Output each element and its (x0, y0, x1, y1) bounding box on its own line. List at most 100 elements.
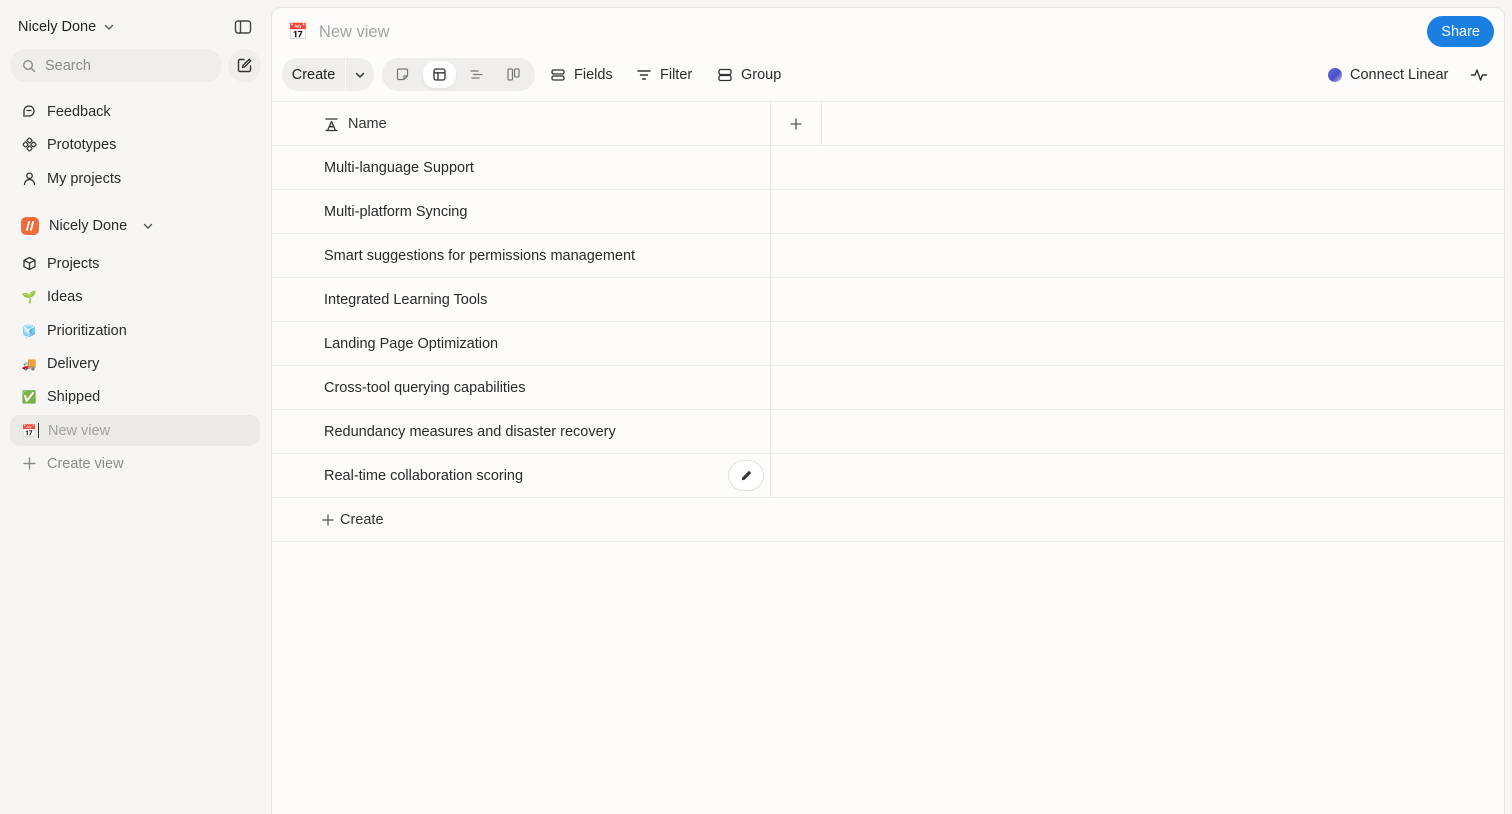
create-view-label: Create view (47, 455, 124, 472)
share-button[interactable]: Share (1427, 16, 1494, 47)
note-view-button[interactable] (386, 61, 419, 88)
table-row[interactable]: Integrated Learning Tools (272, 278, 1505, 322)
sidebar-item-feedback[interactable]: Feedback (10, 96, 260, 127)
compose-icon (237, 58, 252, 73)
data-table: Name Multi-language Support Multi-platfo… (272, 101, 1505, 542)
pencil-icon (741, 470, 751, 481)
sidebar: Nicely Done Search Feedback Prototypes M… (0, 0, 270, 814)
workspace-logo (21, 216, 39, 235)
team-switcher[interactable]: Nicely Done (10, 210, 260, 241)
check-mark-icon: ✅ (21, 389, 37, 404)
workspace-switcher[interactable]: Nicely Done (18, 16, 114, 38)
table-view-button[interactable] (423, 61, 456, 88)
compose-button[interactable] (228, 49, 261, 82)
person-icon (21, 171, 37, 187)
sidebar-item-label: Prioritization (47, 322, 127, 339)
table-row[interactable]: Cross-tool querying capabilities (272, 366, 1505, 410)
connect-linear-label: Connect Linear (1350, 66, 1449, 83)
table-row[interactable]: Landing Page Optimization (272, 322, 1505, 366)
create-row-button[interactable]: Create (272, 498, 1505, 542)
view-title-bar: 📅 New view (288, 20, 390, 44)
edit-row-button[interactable] (728, 460, 764, 491)
table-row[interactable]: Multi-platform Syncing (272, 190, 1505, 234)
group-label: Group (741, 66, 782, 83)
row-name-cell[interactable]: Multi-language Support (324, 146, 474, 189)
new-view-name-input[interactable]: 📅 New view (10, 415, 260, 446)
table-row[interactable]: Smart suggestions for permissions manage… (272, 234, 1505, 278)
toolbar: Create Fields Filter Group Connect Linea… (282, 58, 1494, 91)
row-name-cell[interactable]: Integrated Learning Tools (324, 278, 487, 321)
sidebar-item-label: My projects (47, 170, 122, 187)
filter-label: Filter (660, 66, 693, 83)
row-name-cell[interactable]: Landing Page Optimization (324, 322, 498, 365)
column-divider (770, 190, 771, 233)
calendar-icon: 📅 (288, 24, 308, 41)
create-view-button[interactable]: Create view (10, 448, 260, 479)
cube-icon (21, 256, 37, 272)
sidebar-item-my-projects[interactable]: My projects (10, 163, 260, 194)
column-divider (770, 102, 771, 146)
linear-logo-icon (1328, 67, 1342, 82)
fields-button[interactable]: Fields (550, 58, 613, 91)
prototypes-icon (21, 137, 37, 153)
column-divider (821, 102, 822, 146)
create-dropdown-button[interactable] (346, 69, 374, 81)
column-divider (770, 146, 771, 189)
sidebar-item-prototypes[interactable]: Prototypes (10, 129, 260, 160)
filter-button[interactable]: Filter (636, 58, 692, 91)
row-name-cell[interactable]: Smart suggestions for permissions manage… (324, 234, 635, 277)
create-button[interactable]: Create (282, 67, 345, 83)
ice-cube-icon: 🧊 (21, 323, 37, 338)
sidebar-item-projects[interactable]: Projects (10, 248, 260, 279)
board-view-button[interactable] (497, 61, 530, 88)
sidebar-toggle-icon[interactable] (233, 17, 253, 37)
chevron-down-icon (355, 72, 365, 78)
filter-icon (637, 69, 651, 80)
create-split-button: Create (282, 58, 374, 91)
column-divider (770, 410, 771, 453)
table-row[interactable]: Redundancy measures and disaster recover… (272, 410, 1505, 454)
search-placeholder: Search (45, 57, 91, 74)
main-panel: 📅 New view Share Create Fields Filter Gr… (271, 7, 1505, 814)
column-divider (770, 234, 771, 277)
sidebar-item-delivery[interactable]: 🚚 Delivery (10, 348, 260, 379)
table-row[interactable]: Multi-language Support (272, 146, 1505, 190)
connect-linear-button[interactable]: Connect Linear (1328, 58, 1448, 91)
column-header-label: Name (348, 116, 387, 132)
truck-icon: 🚚 (21, 356, 37, 371)
board-icon (507, 68, 520, 81)
plus-icon (790, 118, 802, 130)
feedback-icon (21, 104, 37, 120)
activity-button[interactable] (1470, 58, 1488, 91)
page-title[interactable]: New view (319, 23, 390, 42)
row-name-cell[interactable]: Real-time collaboration scoring (324, 454, 523, 497)
text-field-icon (325, 117, 338, 131)
table-row[interactable]: Real-time collaboration scoring (272, 454, 1505, 498)
row-name-cell[interactable]: Redundancy measures and disaster recover… (324, 410, 616, 453)
timeline-view-button[interactable] (460, 61, 493, 88)
chevron-down-icon (143, 223, 153, 229)
new-view-placeholder: New view (48, 422, 111, 439)
column-divider (770, 322, 771, 365)
search-icon (22, 59, 36, 72)
workspace-name: Nicely Done (18, 19, 97, 35)
team-name: Nicely Done (49, 217, 128, 234)
row-name-cell[interactable]: Multi-platform Syncing (324, 190, 467, 233)
seedling-icon: 🌱 (21, 289, 37, 304)
timeline-icon (470, 70, 483, 79)
sidebar-item-label: Prototypes (47, 136, 117, 153)
sidebar-item-ideas[interactable]: 🌱 Ideas (10, 281, 260, 312)
column-divider (770, 278, 771, 321)
group-button[interactable]: Group (717, 58, 781, 91)
add-column-button[interactable] (784, 113, 808, 135)
calendar-icon: 📅 (21, 423, 37, 438)
row-name-cell[interactable]: Cross-tool querying capabilities (324, 366, 526, 409)
column-header-name[interactable]: Name (324, 102, 387, 146)
search-input[interactable]: Search (10, 49, 222, 82)
sidebar-item-shipped[interactable]: ✅ Shipped (10, 381, 260, 412)
sidebar-item-prioritization[interactable]: 🧊 Prioritization (10, 315, 260, 346)
sidebar-item-label: Delivery (47, 355, 100, 372)
table-header: Name (272, 101, 1505, 146)
text-cursor (38, 423, 39, 438)
activity-pulse-icon (1470, 68, 1488, 81)
